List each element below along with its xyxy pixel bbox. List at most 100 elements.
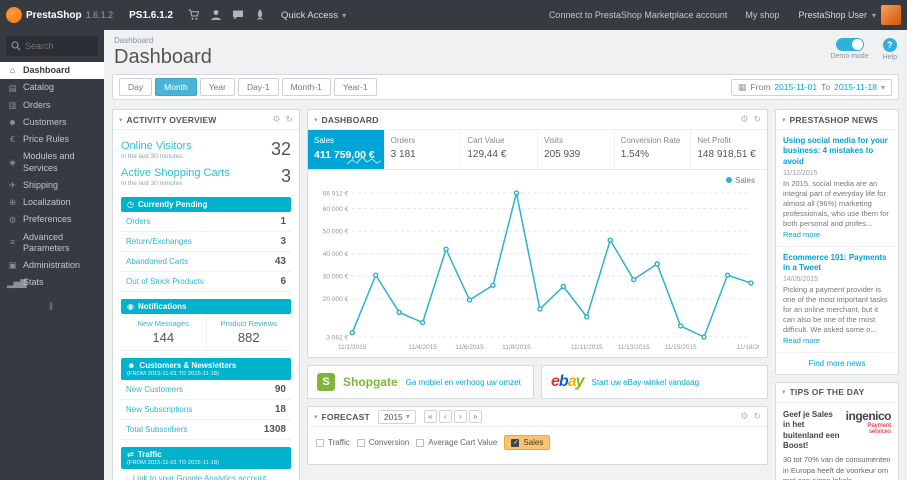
- refresh-icon[interactable]: ↻: [753, 114, 761, 125]
- prestashop-brand[interactable]: PrestaShop 1.6.1.2: [0, 7, 119, 23]
- user-menu[interactable]: PrestaShop User ▾: [788, 0, 907, 30]
- customers-row-total-subscribers[interactable]: Total Subscribers 1308: [121, 420, 291, 440]
- pending-row-returns[interactable]: Return/Exchanges 3: [121, 232, 291, 252]
- product-reviews-metric[interactable]: Product Reviews 882: [205, 314, 292, 350]
- next-page-icon[interactable]: ›: [453, 410, 467, 423]
- avatar: [881, 5, 901, 25]
- forecast-legend-conversion[interactable]: Conversion: [356, 438, 409, 447]
- kpi-net-profit[interactable]: Net Profit 148 918,51 €: [690, 130, 767, 169]
- news-item-date: 14/05/2015: [783, 276, 819, 284]
- sidebar-item-catalog[interactable]: ▤ Catalog: [0, 79, 104, 96]
- ebay-link[interactable]: Start uw eBay-winkel vandaag: [592, 378, 700, 387]
- prev-page-icon[interactable]: ‹: [438, 410, 452, 423]
- kpi-value: 205 939: [544, 149, 581, 160]
- row-label: New Subscriptions: [126, 405, 193, 414]
- sidebar-item-localization[interactable]: ⊕ Localization: [0, 194, 104, 211]
- bell-icon: ◉: [127, 302, 134, 311]
- active-carts-metric[interactable]: Active Shopping Carts in the last 30 min…: [121, 163, 291, 190]
- sidebar-item-preferences[interactable]: ⚙ Preferences: [0, 211, 104, 228]
- kpi-sales[interactable]: Sales 411 759,00 €: [308, 130, 384, 169]
- customers-row-new-customers[interactable]: New Customers 90: [121, 380, 291, 400]
- sidebar-item-label: Stats: [23, 277, 44, 288]
- prestashop-news-panel: ▾ PRESTASHOP NEWS Using social media for…: [775, 109, 899, 375]
- pending-title: Currently Pending: [137, 200, 208, 209]
- help-control: ? Help: [883, 38, 897, 61]
- sidebar-item-label: Modules and Services: [23, 151, 75, 173]
- filter-day-1-button[interactable]: Day-1: [237, 78, 279, 96]
- news-item-title[interactable]: Ecommerce 101: Payments in a Tweet: [783, 253, 891, 274]
- collapse-menu-icon[interactable]: ‖: [0, 292, 104, 323]
- kpi-cart-value[interactable]: Cart Value 129,44 €: [460, 130, 537, 169]
- help-icon[interactable]: ?: [882, 38, 897, 52]
- read-more-link[interactable]: Read more: [783, 336, 820, 345]
- find-more-news-link[interactable]: Find more news: [776, 353, 898, 374]
- sidebar-item-customers[interactable]: ☻ Customers: [0, 114, 104, 131]
- kpi-visits[interactable]: Visits 205 939: [537, 130, 614, 169]
- pending-row-abandoned-carts[interactable]: Abandoned Carts 43: [121, 252, 291, 272]
- sidebar-item-shipping[interactable]: ✈ Shipping: [0, 177, 104, 194]
- filter-year-1-button[interactable]: Year-1: [333, 78, 377, 96]
- gear-icon[interactable]: ⚙: [740, 411, 748, 422]
- ebay-promo[interactable]: ebay Start uw eBay-winkel vandaag: [541, 365, 768, 399]
- ingenico-brand: ingenico: [845, 408, 892, 423]
- kpi-value: 1.54%: [620, 149, 650, 160]
- news-item-title[interactable]: Using social media for your business: 4 …: [783, 136, 891, 167]
- svg-text:66 912 €: 66 912 €: [323, 190, 349, 197]
- forecast-legend-traffic[interactable]: Traffic: [316, 438, 350, 447]
- gear-icon[interactable]: ⚙: [740, 114, 748, 125]
- notifications-section-header: ◉ Notifications: [121, 299, 291, 314]
- sidebar-item-modules[interactable]: ◈ Modules and Services: [0, 148, 104, 177]
- customers-row-new-subscriptions[interactable]: New Subscriptions 18: [121, 400, 291, 420]
- new-messages-metric[interactable]: New Messages 144: [121, 314, 206, 350]
- pending-row-out-of-stock[interactable]: Out of Stock Products 6: [121, 272, 291, 292]
- filter-month-1-button[interactable]: Month-1: [281, 78, 331, 96]
- sidebar-item-label: Catalog: [23, 82, 55, 93]
- shopgate-promo[interactable]: S Shopgate Ga mobiel en verhoog uw omzet: [307, 365, 534, 399]
- kpi-orders[interactable]: Orders 3 181: [383, 130, 461, 169]
- forecast-year-select[interactable]: 2015 ▾: [377, 409, 416, 424]
- refresh-icon[interactable]: ↻: [285, 114, 293, 125]
- sidebar-item-dashboard[interactable]: ⌂ Dashboard: [0, 62, 104, 80]
- filter-day-button[interactable]: Day: [119, 78, 153, 96]
- customers-notification-icon[interactable]: [205, 0, 227, 30]
- filter-year-button[interactable]: Year: [199, 78, 235, 96]
- panel-caret-icon[interactable]: ▾: [782, 116, 786, 124]
- forecast-legend-sales[interactable]: Sales: [504, 435, 551, 450]
- panel-caret-icon[interactable]: ▾: [119, 116, 123, 124]
- messages-notification-icon[interactable]: [227, 0, 249, 30]
- shop-name-link[interactable]: PS1.6.1.2: [119, 10, 183, 21]
- demo-mode-toggle[interactable]: [835, 38, 864, 51]
- my-shop-link[interactable]: My shop: [736, 10, 788, 20]
- tips-heading: Geef je Sales in het buitenland een Boos…: [783, 409, 840, 451]
- chart-legend-sales[interactable]: Sales: [312, 176, 759, 185]
- search-input[interactable]: [25, 41, 91, 51]
- google-analytics-link[interactable]: ▫ Link to your Google Analytics account: [121, 469, 291, 480]
- pending-row-orders[interactable]: Orders 1: [121, 212, 291, 232]
- sidebar-item-advanced-parameters[interactable]: ≡ Advanced Parameters: [0, 229, 104, 258]
- first-page-icon[interactable]: «: [423, 410, 437, 423]
- sidebar-item-orders[interactable]: ▥ Orders: [0, 97, 104, 114]
- kpi-conversion-rate[interactable]: Conversion Rate 1.54%: [613, 130, 691, 169]
- sidebar-item-price-rules[interactable]: € Price Rules: [0, 131, 104, 148]
- sidebar-item-stats[interactable]: ▂▅▇ Stats: [0, 274, 104, 291]
- panel-caret-icon[interactable]: ▾: [782, 388, 786, 396]
- rocket-icon[interactable]: [249, 0, 271, 30]
- sidebar-item-administration[interactable]: ▣ Administration: [0, 257, 104, 274]
- marketplace-link[interactable]: Connect to PrestaShop Marketplace accoun…: [540, 10, 737, 20]
- panel-caret-icon[interactable]: ▾: [314, 116, 318, 124]
- cart-icon[interactable]: [183, 0, 205, 30]
- date-range-picker[interactable]: ▦ From 2015-11-01 To 2015-11-18 ▾: [730, 78, 892, 96]
- chevron-down-icon: ▾: [342, 10, 347, 20]
- panel-caret-icon[interactable]: ▾: [314, 413, 318, 421]
- last-page-icon[interactable]: »: [468, 410, 482, 423]
- read-more-link[interactable]: Read more: [783, 230, 820, 239]
- checkbox-checked-icon: [511, 438, 520, 447]
- online-visitors-metric[interactable]: Online Visitors in the last 30 minutes 3…: [121, 136, 291, 163]
- gear-icon[interactable]: ⚙: [272, 114, 280, 125]
- quick-access-menu[interactable]: Quick Access ▾: [271, 0, 356, 30]
- administration-icon: ▣: [8, 260, 17, 271]
- refresh-icon[interactable]: ↻: [753, 411, 761, 422]
- filter-month-button[interactable]: Month: [155, 78, 197, 96]
- shopgate-link[interactable]: Ga mobiel en verhoog uw omzet: [406, 378, 521, 387]
- forecast-legend-average-cart-value[interactable]: Average Cart Value: [416, 438, 497, 447]
